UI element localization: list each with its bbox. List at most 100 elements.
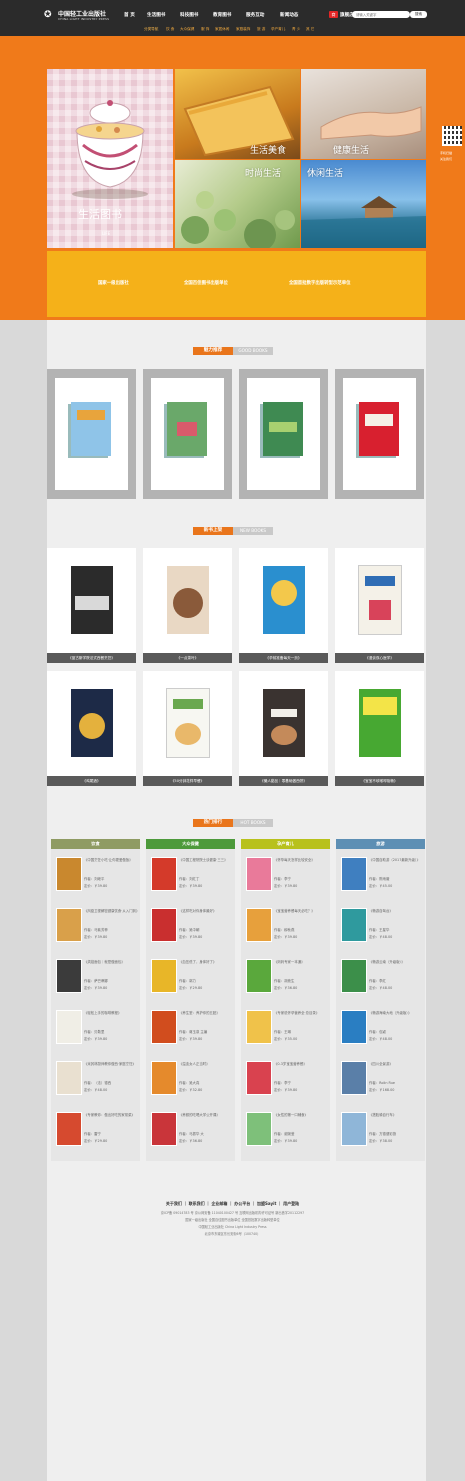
ranking-book-thumbnail[interactable] bbox=[247, 1113, 271, 1145]
new-book-card[interactable]: 《孕前准备每天一页》 bbox=[239, 548, 328, 663]
new-book-caption[interactable]: 《懒人甜品｜零基础做西饼》 bbox=[239, 776, 328, 786]
ranking-book-title[interactable]: 《米其林厨师教你做西·家庭烹饪》 bbox=[84, 1062, 139, 1067]
new-book-caption[interactable]: 《漫谈双心医学》 bbox=[335, 653, 424, 663]
ranking-book-thumbnail[interactable] bbox=[342, 1011, 366, 1043]
new-book-card[interactable]: 《50分钟花样早餐》 bbox=[143, 671, 232, 786]
new-book-card[interactable]: 《漫谈双心医学》 bbox=[335, 548, 424, 663]
ranking-book-thumbnail[interactable] bbox=[247, 858, 271, 890]
ranking-book-thumbnail[interactable] bbox=[152, 858, 176, 890]
new-book-card[interactable]: 《鸡尾酒》 bbox=[47, 671, 136, 786]
ranking-book-thumbnail[interactable] bbox=[152, 909, 176, 941]
ranking-book-title[interactable]: 《烘焙面包｜就是做面包》 bbox=[84, 960, 139, 965]
nav-tech-books[interactable]: 科技图书 bbox=[180, 12, 198, 18]
footer-link-email[interactable]: 企业邮箱 bbox=[211, 1201, 227, 1206]
ranking-book-thumbnail[interactable] bbox=[57, 1011, 81, 1043]
tmall-shop-icon[interactable]: 商 bbox=[329, 11, 338, 18]
ranking-book-thumbnail[interactable] bbox=[342, 858, 366, 890]
new-book-caption[interactable]: 《孕前准备每天一页》 bbox=[239, 653, 328, 663]
footer-link-about[interactable]: 关于我们 bbox=[166, 1201, 182, 1206]
ranking-book-title[interactable]: 《宝宝营养餐每天必吃？》 bbox=[274, 909, 329, 914]
ranking-book-title[interactable]: 《中国自助游（2017最新升级）》 bbox=[369, 858, 424, 863]
ranking-book-title[interactable]: 《搭脸骑自行车》 bbox=[369, 1113, 424, 1118]
ranking-column-header[interactable]: 旅游 bbox=[336, 839, 425, 849]
ranking-book-author: 作者：萨巴蒂娜 bbox=[84, 979, 108, 983]
search-button[interactable]: 搜索 bbox=[410, 11, 427, 18]
ranking-book-title[interactable]: 《中国烹饪小吃·让你更爱做饭》 bbox=[84, 858, 139, 863]
ranking-book-thumbnail[interactable] bbox=[57, 909, 81, 941]
subnav-home-decor[interactable]: 家庭装饰 bbox=[236, 27, 250, 32]
ranking-book-title[interactable]: 《溢血女人正当时》 bbox=[179, 1062, 234, 1067]
new-book-caption[interactable]: 《50分钟花样早餐》 bbox=[143, 776, 232, 786]
ranking-book-title[interactable]: 《血压低了，身体好了》 bbox=[179, 960, 234, 965]
search-input[interactable] bbox=[352, 11, 410, 18]
footer-link-login[interactable]: 用户登陆 bbox=[283, 1201, 299, 1206]
ranking-book-title[interactable]: 《轻松上手的咖啡教程》 bbox=[84, 1011, 139, 1016]
ranking-book-thumbnail[interactable] bbox=[152, 1113, 176, 1145]
ranking-book-title[interactable]: 《四川全景游》 bbox=[369, 1062, 424, 1067]
ranking-book-thumbnail[interactable] bbox=[247, 1011, 271, 1043]
ranking-book-thumbnail[interactable] bbox=[57, 858, 81, 890]
ranking-book-title[interactable]: 《怀孕每天怎样比较安全》 bbox=[274, 858, 329, 863]
ranking-book-thumbnail[interactable] bbox=[152, 1011, 176, 1043]
new-book-card[interactable]: 《蓝古斯学院法式西餐烹饪》 bbox=[47, 548, 136, 663]
ranking-column-header[interactable]: 大众保健 bbox=[146, 839, 235, 849]
ranking-book-thumbnail[interactable] bbox=[247, 1062, 271, 1094]
ranking-book-thumbnail[interactable] bbox=[57, 1062, 81, 1094]
nav-life-books[interactable]: 生活图书 bbox=[147, 12, 165, 18]
ranking-book-title[interactable]: 《专家教你：做出好吃的家常菜》 bbox=[84, 1113, 139, 1118]
new-book-caption[interactable]: 《蓝古斯学院法式西餐烹饪》 bbox=[47, 653, 136, 663]
new-book-caption[interactable]: 《宝宝不咳嗽呼吸畅》 bbox=[335, 776, 424, 786]
recommend-card[interactable] bbox=[47, 369, 136, 499]
footer-link-office[interactable]: 办公平台 bbox=[234, 1201, 250, 1206]
ranking-book-thumbnail[interactable] bbox=[152, 960, 176, 992]
ranking-book-thumbnail[interactable] bbox=[57, 960, 81, 992]
ranking-book-title[interactable]: 《中国工程院院士谈健康·三三》 bbox=[179, 858, 234, 863]
subnav-health[interactable]: 大众保健 bbox=[180, 27, 194, 32]
new-book-card[interactable]: 《懒人甜品｜零基础做西饼》 bbox=[239, 671, 328, 786]
ranking-book-thumbnail[interactable] bbox=[342, 1062, 366, 1094]
ranking-book-title[interactable]: 《女性的第一口辅食》 bbox=[274, 1113, 329, 1118]
ranking-book-thumbnail[interactable] bbox=[152, 1062, 176, 1094]
subnav-food[interactable]: 饮 食 bbox=[166, 27, 174, 32]
nav-edu-books[interactable]: 教育图书 bbox=[213, 12, 231, 18]
ranking-book-title[interactable]: 《凤凰卫视解密健康饮食·从入门到》 bbox=[84, 909, 139, 914]
ranking-book-thumbnail[interactable] bbox=[57, 1113, 81, 1145]
ranking-book-title[interactable]: 《这样吃对你身体最好》 bbox=[179, 909, 234, 914]
ranking-book-title[interactable]: 《专家说怀孕营养全·总目录》 bbox=[274, 1011, 329, 1016]
ranking-column-header[interactable]: 饮食 bbox=[51, 839, 140, 849]
ranking-book-title[interactable]: 《0-3岁宝宝营养餐》 bbox=[274, 1062, 329, 1067]
subnav-other[interactable]: 其 它 bbox=[306, 27, 314, 32]
ranking-book-thumbnail[interactable] bbox=[342, 909, 366, 941]
ranking-book-author: 作者：陈雨薇 bbox=[369, 877, 390, 881]
recommend-card[interactable] bbox=[335, 369, 424, 499]
ranking-book-title[interactable]: 《妈妈专家一本通》 bbox=[274, 960, 329, 965]
subnav-parenting[interactable]: 孕产育儿 bbox=[271, 27, 285, 32]
hero-tile-fashion[interactable] bbox=[175, 160, 300, 251]
ranking-book-thumbnail[interactable] bbox=[342, 960, 366, 992]
footer-link-join[interactable]: 加盟Sayit bbox=[257, 1201, 276, 1206]
footer-link-contact[interactable]: 联系我们 bbox=[189, 1201, 205, 1206]
ranking-book-title[interactable]: 《畅游海南大地（升级版）》 bbox=[369, 1011, 424, 1016]
subnav-home-leisure[interactable]: 家居休闲 bbox=[215, 27, 229, 32]
ranking-column-header[interactable]: 孕产育儿 bbox=[241, 839, 330, 849]
new-book-caption[interactable]: 《一点茶叶》 bbox=[143, 653, 232, 663]
publisher-logo-icon[interactable]: ✪ bbox=[44, 10, 58, 20]
new-book-card[interactable]: 《宝宝不咳嗽呼吸畅》 bbox=[335, 671, 424, 786]
ranking-book-title[interactable]: 《畅游自驾台》 bbox=[369, 909, 424, 914]
nav-service[interactable]: 服务互动 bbox=[246, 12, 264, 18]
new-book-card[interactable]: 《一点茶叶》 bbox=[143, 548, 232, 663]
ranking-book-thumbnail[interactable] bbox=[342, 1113, 366, 1145]
subnav-teens[interactable]: 青 少 bbox=[292, 27, 300, 32]
recommend-card[interactable] bbox=[143, 369, 232, 499]
recommend-card[interactable] bbox=[239, 369, 328, 499]
ranking-book-thumbnail[interactable] bbox=[247, 960, 271, 992]
ranking-book-title[interactable]: 《养生堂：养护你的五脏》 bbox=[179, 1011, 234, 1016]
ranking-book-title[interactable]: 《畅游云南（升级版）》 bbox=[369, 960, 424, 965]
nav-news[interactable]: 新闻动态 bbox=[280, 12, 298, 18]
ranking-book-title[interactable]: 《养颜的吃喝大学公开课》 bbox=[179, 1113, 234, 1118]
ranking-book-thumbnail[interactable] bbox=[247, 909, 271, 941]
subnav-fashion[interactable]: 服 饰 bbox=[201, 27, 209, 32]
nav-home[interactable]: 首 页 bbox=[124, 12, 135, 18]
subnav-travel[interactable]: 旅 游 bbox=[257, 27, 265, 32]
new-book-caption[interactable]: 《鸡尾酒》 bbox=[47, 776, 136, 786]
